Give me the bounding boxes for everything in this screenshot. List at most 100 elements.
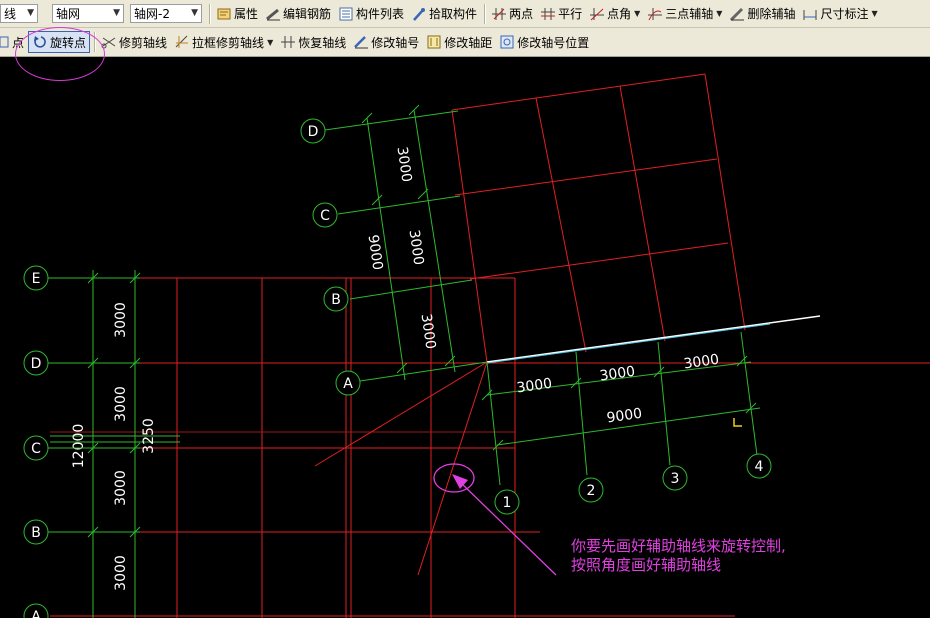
rotated-axis-label-2[interactable]: 2 <box>587 483 596 499</box>
dim-label: 3000 <box>394 146 415 184</box>
dim-label: 3000 <box>113 386 129 422</box>
edit-rebar-button[interactable]: 编辑钢筋 <box>262 3 334 25</box>
dimension-icon <box>803 9 817 20</box>
three-point-label: 三点辅轴 <box>665 7 714 21</box>
axis-label-e[interactable]: E <box>32 271 41 287</box>
number-position-icon <box>500 35 514 49</box>
straight-grid-axis-labels: E D C B A <box>31 271 42 618</box>
rotated-axis-label-3[interactable]: 3 <box>671 471 680 487</box>
dim-total-label: 9000 <box>365 234 386 272</box>
modify-axis-spacing-label: 修改轴距 <box>444 35 493 50</box>
chevron-down-icon[interactable]: ▼ <box>871 9 877 18</box>
rotated-axis-label-1[interactable]: 1 <box>503 495 512 511</box>
point-icon <box>0 36 9 48</box>
helper-axis-highlight <box>486 323 771 364</box>
pencil-icon <box>266 8 281 20</box>
properties-button[interactable]: 属性 <box>213 3 261 25</box>
dimension-label: 尺寸标注 <box>820 7 869 21</box>
edit-number-icon <box>354 36 369 49</box>
rotation-point-highlight-ellipse <box>433 463 475 493</box>
axis-label-c[interactable]: C <box>31 441 41 457</box>
chevron-down-icon[interactable]: ▼ <box>634 9 640 18</box>
modify-axis-number-position-button[interactable]: 修改轴号位置 <box>496 31 592 53</box>
pick-component-label: 拾取构件 <box>429 7 478 21</box>
dim-label: 3000 <box>418 313 439 351</box>
rotated-axis-label-4[interactable]: 4 <box>755 459 764 475</box>
chevron-down-icon: ▼ <box>27 8 34 18</box>
parallel-label: 平行 <box>558 7 583 21</box>
axis-label-b[interactable]: B <box>31 525 41 541</box>
box-trim-axis-button[interactable]: 拉框修剪轴线 ▼ <box>171 31 276 53</box>
dim-label: 3000 <box>599 364 637 385</box>
component-list-button[interactable]: 构件列表 <box>335 3 407 25</box>
list-icon <box>339 7 353 20</box>
component-list-label: 构件列表 <box>356 7 405 21</box>
dim-extra-label: 3250 <box>141 418 157 454</box>
trim-axis-button[interactable]: 修剪轴线 <box>98 31 170 53</box>
straight-grid-dimension-labels: 3000 3000 3000 3000 12000 3250 <box>71 302 157 591</box>
properties-icon <box>217 8 231 19</box>
pick-component-button[interactable]: 拾取构件 <box>408 3 480 25</box>
component-name-value: 轴网-2 <box>134 7 170 21</box>
layer-combo[interactable]: 线 ▼ <box>0 4 38 23</box>
dim-label: 3000 <box>113 470 129 506</box>
two-point-icon <box>492 7 507 20</box>
dim-label: 3000 <box>683 352 721 373</box>
rotated-axis-label-a[interactable]: A <box>343 376 353 392</box>
toolbar-separator <box>484 3 486 24</box>
component-name-combo[interactable]: 轴网-2 ▼ <box>130 4 202 23</box>
trim-axis-label: 修剪轴线 <box>119 35 168 50</box>
chevron-down-icon: ▼ <box>113 8 120 18</box>
drawing-canvas[interactable]: 3000 3000 3000 3000 12000 3250 E D C B A <box>0 57 930 618</box>
eraser-icon <box>730 7 745 21</box>
delete-auxiliary-button[interactable]: 删除辅轴 <box>726 3 798 25</box>
modify-axis-number-position-label: 修改轴号位置 <box>517 35 590 50</box>
restore-axis-button[interactable]: 恢复轴线 <box>277 31 349 53</box>
chevron-down-icon: ▼ <box>191 8 198 18</box>
toolbar-top: 线 ▼ 轴网 ▼ 轴网-2 ▼ 属性 编辑钢筋 构件列表 拾取构件 两点 平行 … <box>0 0 930 28</box>
rotated-grid-axes <box>314 73 746 576</box>
chevron-down-icon[interactable]: ▼ <box>267 38 273 47</box>
box-trim-icon <box>175 35 189 48</box>
point-angle-label: 点角 <box>607 7 632 21</box>
rotated-axis-label-d[interactable]: D <box>308 124 319 140</box>
component-type-combo[interactable]: 轴网 ▼ <box>52 4 124 23</box>
rotated-axis-label-c[interactable]: C <box>320 208 330 224</box>
edit-spacing-icon <box>427 35 441 49</box>
pick-icon <box>413 7 426 21</box>
chevron-down-icon[interactable]: ▼ <box>716 9 722 18</box>
rotated-grid-bubbles <box>300 118 772 515</box>
annotation-line-1: 你要先画好辅助轴线来旋转控制, <box>571 537 786 555</box>
two-point-label: 两点 <box>509 7 534 21</box>
toolbar-separator <box>209 3 210 24</box>
restore-axis-label: 恢复轴线 <box>298 35 347 50</box>
parallel-axis-button[interactable]: 平行 <box>537 3 585 25</box>
axis-label-d[interactable]: D <box>31 356 42 372</box>
parallel-icon <box>541 7 556 20</box>
point-angle-icon <box>590 7 605 20</box>
modify-axis-number-button[interactable]: 修改轴号 <box>350 31 422 53</box>
annotation-line-2: 按照角度画好辅助轴线 <box>571 556 722 574</box>
dim-label: 3000 <box>113 302 129 338</box>
axis-label-a[interactable]: A <box>31 609 41 618</box>
three-point-icon <box>648 7 663 20</box>
dimension-button[interactable]: 尺寸标注 ▼ <box>799 3 880 25</box>
straight-grid-axes <box>50 277 930 618</box>
restore-icon <box>281 36 296 48</box>
modify-axis-number-label: 修改轴号 <box>371 35 420 50</box>
modify-axis-spacing-button[interactable]: 修改轴距 <box>423 31 495 53</box>
toolbar-second: 点 旋转点 修剪轴线 拉框修剪轴线 ▼ 恢复轴线 修改轴号 修改轴距 修改轴号位… <box>0 28 930 57</box>
helper-axis-line[interactable] <box>486 315 821 363</box>
cursor-marker-icon <box>733 418 742 427</box>
two-point-axis-button[interactable]: 两点 <box>488 3 536 25</box>
rotated-grid-dimension-labels: 3000 3000 3000 9000 3000 3000 3000 9000 <box>365 146 721 427</box>
dim-label: 3000 <box>113 555 129 591</box>
dim-label: 3000 <box>516 376 554 397</box>
properties-label: 属性 <box>234 7 259 21</box>
dim-label: 3000 <box>406 229 427 267</box>
rotated-axis-label-b[interactable]: B <box>331 292 341 308</box>
layer-combo-value: 线 <box>4 7 17 21</box>
dim-total-label: 12000 <box>71 424 87 469</box>
three-point-auxiliary-button[interactable]: 三点辅轴 ▼ <box>644 3 725 25</box>
point-angle-axis-button[interactable]: 点角 ▼ <box>586 3 643 25</box>
